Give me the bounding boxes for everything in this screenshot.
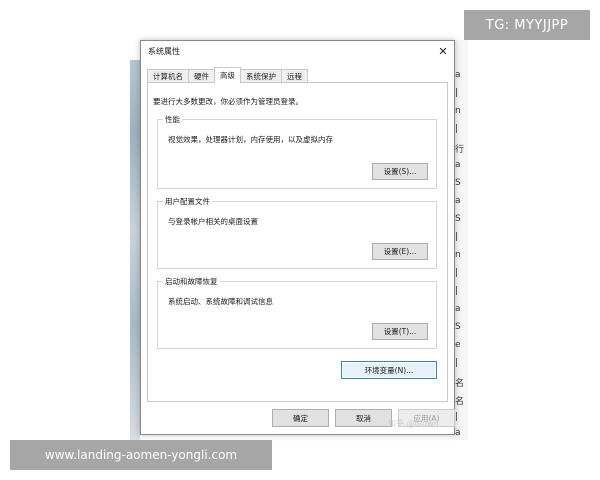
performance-settings-button[interactable]: 设置(S)... <box>372 163 428 180</box>
close-button[interactable]: ✕ <box>432 41 454 61</box>
dialog-title: 系统属性 <box>148 47 180 56</box>
background-char: n <box>455 106 461 116</box>
desktop-background-left <box>130 60 140 440</box>
background-char: a <box>455 160 461 170</box>
startup-recovery-settings-button[interactable]: 设置(T)... <box>372 323 428 340</box>
background-char: | <box>455 232 459 242</box>
bottom-left-watermark: www.landing-aomen-yongli.com <box>10 440 272 470</box>
performance-label: 性能 <box>163 114 182 125</box>
background-char: a <box>455 70 461 80</box>
background-char: a <box>455 304 461 314</box>
background-char: S <box>455 178 461 188</box>
background-char: | <box>455 412 459 422</box>
admin-notice: 要进行大多数更改，你必须作为管理员登录。 <box>153 97 303 106</box>
performance-description: 视觉效果，处理器计划，内存使用，以及虚拟内存 <box>168 135 333 144</box>
background-char: a <box>455 428 461 438</box>
background-char: | <box>455 124 459 134</box>
background-char: 名 <box>455 379 465 389</box>
background-char: a <box>455 196 461 206</box>
cancel-button[interactable]: 取消 <box>335 409 392 427</box>
tab-advanced[interactable]: 高级 <box>214 67 241 83</box>
system-properties-dialog: 系统属性 ✕ 计算机名 硬件 高级 系统保护 远程 要进行大多数更改，你必须作为… <box>140 40 455 435</box>
user-profiles-label: 用户配置文件 <box>163 196 212 207</box>
background-char: | <box>455 268 459 278</box>
tab-hardware[interactable]: 硬件 <box>188 69 215 83</box>
close-icon: ✕ <box>438 44 448 58</box>
tab-system-protection[interactable]: 系统保护 <box>240 69 282 83</box>
user-profiles-description: 与登录帐户相关的桌面设置 <box>168 217 258 226</box>
background-char: | <box>455 358 459 368</box>
ok-button[interactable]: 确定 <box>272 409 329 427</box>
startup-recovery-label: 启动和故障恢复 <box>163 276 220 287</box>
background-char: S <box>455 214 461 224</box>
background-char: | <box>455 88 459 98</box>
background-char: S <box>455 322 461 332</box>
tab-computer-name[interactable]: 计算机名 <box>147 69 189 83</box>
background-char: e <box>455 340 461 350</box>
background-char: | <box>455 286 459 296</box>
tab-remote[interactable]: 远程 <box>281 69 308 83</box>
performance-group: 性能 视觉效果，处理器计划，内存使用，以及虚拟内存 设置(S)... <box>157 114 437 189</box>
background-char: 行 <box>455 145 465 155</box>
background-char: 名 <box>455 397 465 407</box>
user-profiles-group: 用户配置文件 与登录帐户相关的桌面设置 设置(E)... <box>157 196 437 269</box>
background-char: n <box>455 250 461 260</box>
user-profiles-settings-button[interactable]: 设置(E)... <box>372 243 428 260</box>
title-bar[interactable]: 系统属性 ✕ <box>141 41 454 61</box>
environment-variables-button[interactable]: 环境变量(N)... <box>341 361 437 379</box>
tab-strip: 计算机名 硬件 高级 系统保护 远程 <box>147 67 308 83</box>
startup-recovery-description: 系统启动、系统故障和调试信息 <box>168 297 273 306</box>
top-right-watermark: TG: MYYJJPP <box>464 10 590 40</box>
startup-recovery-group: 启动和故障恢复 系统启动、系统故障和调试信息 设置(T)... <box>157 276 437 349</box>
zhihu-watermark: 知乎 @Blown <box>388 419 439 428</box>
